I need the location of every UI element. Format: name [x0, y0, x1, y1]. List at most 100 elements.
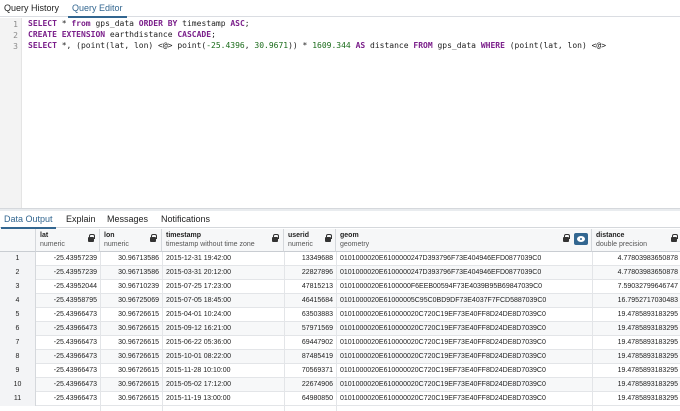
row-number[interactable]: 4 [0, 294, 36, 308]
table-cell[interactable]: 2015-03-31 20:12:00 [162, 266, 284, 280]
code-line[interactable]: SELECT * from gps_data ORDER BY timestam… [28, 18, 250, 29]
table-cell[interactable]: 19.4785893183295 [592, 364, 680, 378]
tab-notifications[interactable]: Notifications [161, 211, 210, 228]
table-cell[interactable]: 19.4785893183295 [592, 392, 680, 406]
table-cell[interactable]: 30.96713586 [100, 252, 162, 266]
table-cell[interactable]: 47815213 [284, 280, 336, 294]
table-cell[interactable]: 19.4785893183295 [592, 336, 680, 350]
table-row[interactable]: 7 -25.43966473 30.96726615 2015-06-22 05:36… [0, 336, 680, 350]
row-number[interactable]: 6 [0, 322, 36, 336]
table-cell[interactable]: 2015-11-28 10:10:00 [162, 364, 284, 378]
table-cell[interactable]: 30.96713586 [100, 266, 162, 280]
code-line[interactable]: SELECT *, (point(lat, lon) <@> point(-25… [28, 40, 606, 51]
table-cell[interactable]: 30.96726615 [100, 308, 162, 322]
table-cell[interactable]: 13349688 [284, 252, 336, 266]
row-number[interactable]: 2 [0, 266, 36, 280]
row-number[interactable]: 11 [0, 392, 36, 406]
table-row[interactable]: 8 -25.43966473 30.96726615 2015-10-01 08:22… [0, 350, 680, 364]
row-number[interactable]: 1 [0, 252, 36, 266]
table-cell[interactable]: 4.77803983650878 [592, 266, 680, 280]
table-cell[interactable]: 30.96726615 [100, 364, 162, 378]
table-cell[interactable]: -25.43966473 [36, 322, 100, 336]
table-cell[interactable]: 2015-07-05 18:45:00 [162, 294, 284, 308]
table-cell[interactable]: 0101000020E610000020C720C19EF73E40FF8D24… [336, 308, 592, 322]
table-cell[interactable]: 0101000020E6100000247D393796F73E404946EF… [336, 266, 592, 280]
column-header-distance[interactable]: distance double precision [592, 229, 680, 252]
tab-explain[interactable]: Explain [66, 211, 96, 228]
tab-messages[interactable]: Messages [107, 211, 148, 228]
column-header-geom[interactable]: geom geometry [336, 229, 592, 252]
table-cell[interactable]: 2015-05-02 17:12:00 [162, 378, 284, 392]
sql-editor[interactable]: 1 2 3 SELECT * from gps_data ORDER BY ti… [0, 18, 680, 208]
tab-data-output[interactable]: Data Output [1, 211, 56, 229]
table-cell[interactable]: -25.43966473 [36, 392, 100, 406]
table-cell[interactable]: -25.43966473 [36, 350, 100, 364]
table-row[interactable]: 1 -25.43957239 30.96713586 2015-12-31 19:42… [0, 252, 680, 266]
code-line[interactable]: CREATE EXTENSION earthdistance CASCADE; [28, 29, 216, 40]
table-cell[interactable]: 0101000020E6100000F6EEB00594F73E4039B95B… [336, 280, 592, 294]
table-cell[interactable]: 0101000020E6100000247D393796F73E404946EF… [336, 252, 592, 266]
row-number[interactable]: 7 [0, 336, 36, 350]
table-cell[interactable]: 57971569 [284, 322, 336, 336]
table-cell[interactable]: 2015-09-12 16:21:00 [162, 322, 284, 336]
table-cell[interactable]: 22827896 [284, 266, 336, 280]
view-geometry-button[interactable] [574, 233, 588, 245]
table-cell[interactable]: 19.4785893183295 [592, 308, 680, 322]
table-row[interactable]: 9 -25.43966473 30.96726615 2015-11-28 10:10… [0, 364, 680, 378]
table-cell[interactable]: -25.43957239 [36, 266, 100, 280]
table-cell[interactable]: 30.96726615 [100, 322, 162, 336]
column-header-timestamp[interactable]: timestamp timestamp without time zone [162, 229, 284, 252]
table-cell[interactable]: 19.4785893183295 [592, 378, 680, 392]
table-row[interactable]: 6 -25.43966473 30.96726615 2015-09-12 16:21… [0, 322, 680, 336]
row-number[interactable]: 5 [0, 308, 36, 322]
table-cell[interactable]: -25.43966473 [36, 364, 100, 378]
row-number[interactable]: 9 [0, 364, 36, 378]
table-cell[interactable]: 30.96726615 [100, 392, 162, 406]
table-cell[interactable]: 30.96726615 [100, 350, 162, 364]
table-row[interactable]: 5 -25.43966473 30.96726615 2015-04-01 10:24… [0, 308, 680, 322]
table-cell[interactable]: 64980850 [284, 392, 336, 406]
tab-query-editor[interactable]: Query Editor [68, 0, 127, 18]
table-cell[interactable]: 0101000020E610000020C720C19EF73E40FF8D24… [336, 378, 592, 392]
row-number[interactable]: 3 [0, 280, 36, 294]
table-cell[interactable]: -25.43966473 [36, 378, 100, 392]
table-cell[interactable]: 2015-10-01 08:22:00 [162, 350, 284, 364]
table-cell[interactable]: 0101000020E61000005C95C0BD9DF73E4037F7FC… [336, 294, 592, 308]
table-cell[interactable]: 0101000020E610000020C720C19EF73E40FF8D24… [336, 322, 592, 336]
table-cell[interactable]: 0101000020E610000020C720C19EF73E40FF8D24… [336, 364, 592, 378]
tab-query-history[interactable]: Query History [4, 0, 59, 17]
table-cell[interactable]: -25.43966473 [36, 308, 100, 322]
table-cell[interactable]: 46415684 [284, 294, 336, 308]
table-row[interactable]: 11 -25.43966473 30.96726615 2015-11-19 13:0… [0, 392, 680, 406]
table-cell[interactable]: 0101000020E610000020C720C19EF73E40FF8D24… [336, 392, 592, 406]
table-cell[interactable]: -25.43952044 [36, 280, 100, 294]
table-cell[interactable]: -25.43957239 [36, 252, 100, 266]
row-number[interactable]: 8 [0, 350, 36, 364]
table-cell[interactable]: 19.4785893183295 [592, 322, 680, 336]
table-cell[interactable]: 2015-11-19 13:00:00 [162, 392, 284, 406]
table-cell[interactable]: 2015-07-25 17:23:00 [162, 280, 284, 294]
table-cell[interactable]: -25.43958795 [36, 294, 100, 308]
table-row[interactable]: 2 -25.43957239 30.96713586 2015-03-31 20:12… [0, 266, 680, 280]
table-cell[interactable]: 2015-12-31 19:42:00 [162, 252, 284, 266]
table-cell[interactable]: 30.96726615 [100, 336, 162, 350]
table-cell[interactable]: 2015-06-22 05:36:00 [162, 336, 284, 350]
table-cell[interactable]: 30.96710239 [100, 280, 162, 294]
table-row[interactable]: 10 -25.43966473 30.96726615 2015-05-02 17:1… [0, 378, 680, 392]
table-cell[interactable]: -25.43966473 [36, 336, 100, 350]
table-cell[interactable]: 16.7952717030483 [592, 294, 680, 308]
table-cell[interactable]: 30.96726615 [100, 378, 162, 392]
table-cell[interactable]: 4.77803983650878 [592, 252, 680, 266]
table-cell[interactable]: 70569371 [284, 364, 336, 378]
table-cell[interactable]: 0101000020E610000020C720C19EF73E40FF8D24… [336, 336, 592, 350]
table-cell[interactable]: 0101000020E610000020C720C19EF73E40FF8D24… [336, 350, 592, 364]
table-row[interactable]: 4 -25.43958795 30.96725069 2015-07-05 18:45… [0, 294, 680, 308]
table-cell[interactable]: 22674906 [284, 378, 336, 392]
table-row[interactable]: 3 -25.43952044 30.96710239 2015-07-25 17:23… [0, 280, 680, 294]
table-cell[interactable]: 63503883 [284, 308, 336, 322]
row-number[interactable]: 10 [0, 378, 36, 392]
table-cell[interactable]: 2015-04-01 10:24:00 [162, 308, 284, 322]
table-cell[interactable]: 69447902 [284, 336, 336, 350]
table-cell[interactable]: 7.59032799646747 [592, 280, 680, 294]
table-cell[interactable]: 87485419 [284, 350, 336, 364]
